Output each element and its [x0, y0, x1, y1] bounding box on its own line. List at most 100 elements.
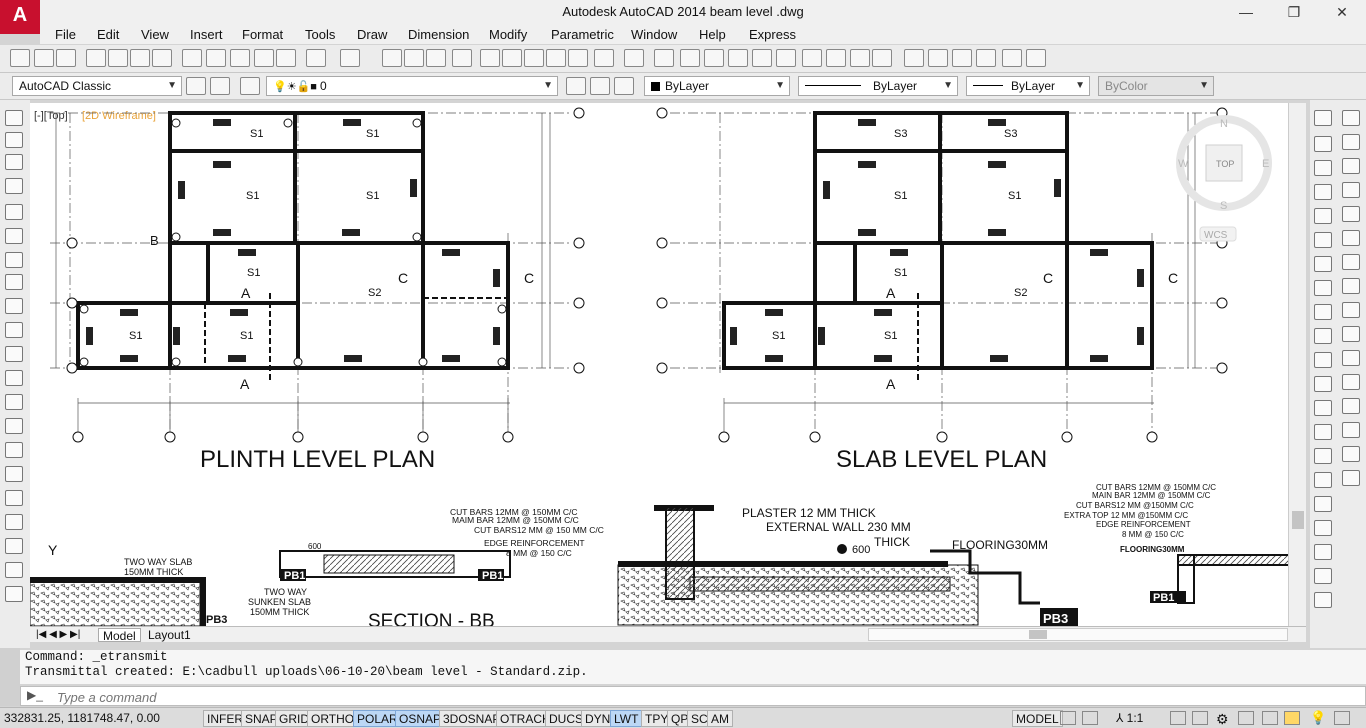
lightbulb-icon[interactable]: 💡 — [1310, 710, 1326, 726]
point-icon[interactable] — [5, 418, 23, 434]
region-icon[interactable] — [5, 490, 23, 506]
extend-icon[interactable] — [1342, 350, 1360, 366]
hatch-icon[interactable] — [5, 442, 23, 458]
layer-add-icon[interactable] — [1314, 592, 1332, 608]
fillet-icon[interactable] — [1314, 472, 1332, 488]
hatch-back-icon[interactable] — [1026, 49, 1046, 67]
menu-tools[interactable]: Tools — [305, 27, 335, 42]
menu-dimension[interactable]: Dimension — [408, 27, 469, 42]
quickcalc-icon[interactable] — [594, 49, 614, 67]
mirror-icon[interactable] — [1342, 158, 1360, 174]
linetype-dropdown[interactable]: ByLayer ▼ — [798, 76, 958, 96]
paste-icon[interactable] — [230, 49, 250, 67]
minimize-button[interactable]: — — [1230, 2, 1262, 22]
dim-linear-icon[interactable] — [5, 586, 23, 602]
stretch-icon[interactable] — [1342, 302, 1360, 318]
tab-layout1[interactable]: Layout1 — [144, 628, 195, 642]
new-icon[interactable] — [10, 49, 30, 67]
status-osnap[interactable]: OSNAP — [395, 710, 446, 727]
gradient-icon[interactable] — [5, 466, 23, 482]
rectangle-icon[interactable] — [5, 204, 23, 220]
scale-icon[interactable] — [1314, 304, 1332, 320]
stretch-icon[interactable] — [1314, 328, 1332, 344]
menu-express[interactable]: Express — [749, 27, 796, 42]
zoom-realtime-icon[interactable] — [404, 49, 424, 67]
trim-icon[interactable] — [1314, 352, 1332, 368]
rotate-icon[interactable] — [1342, 254, 1360, 270]
status-lwt[interactable]: LWT — [610, 710, 643, 727]
insert-block-icon[interactable] — [5, 370, 23, 386]
layer-delete-icon[interactable] — [872, 49, 892, 67]
pan-icon[interactable] — [382, 49, 402, 67]
circle-icon[interactable] — [5, 252, 23, 268]
viewport-style-label[interactable]: [2D Wireframe] — [82, 110, 156, 122]
command-prompt-icon[interactable]: ▶_ — [27, 688, 43, 702]
horizontal-scroll-thumb[interactable] — [1029, 630, 1047, 639]
text-tool-icon[interactable] — [1314, 568, 1332, 584]
publish-icon[interactable] — [130, 49, 150, 67]
gear-icon[interactable]: ⚙ — [1216, 711, 1229, 728]
erase-icon[interactable] — [1314, 136, 1332, 152]
cut-icon[interactable] — [182, 49, 202, 67]
explode-icon[interactable] — [1314, 520, 1332, 536]
tab-model[interactable]: Model — [98, 628, 141, 643]
tool-palettes-icon[interactable] — [524, 49, 544, 67]
isolate-objects-icon[interactable] — [1284, 711, 1300, 725]
offset-icon[interactable] — [1314, 208, 1332, 224]
properties-icon[interactable] — [480, 49, 500, 67]
layer-off-icon[interactable] — [752, 49, 772, 67]
status-3dosnap[interactable]: 3DOSNAP — [439, 710, 505, 727]
viewport-view-label[interactable]: [-][Top] — [34, 110, 68, 122]
undo-icon[interactable] — [306, 49, 326, 67]
auto-scale-icon[interactable] — [1192, 711, 1208, 725]
open-icon[interactable] — [34, 49, 54, 67]
join-icon[interactable] — [1342, 398, 1360, 414]
make-block-icon[interactable] — [5, 394, 23, 410]
chamfer-icon[interactable] — [1342, 422, 1360, 438]
menu-file[interactable]: File — [55, 27, 76, 42]
lineweight-dropdown[interactable]: ByLayer ▼ — [966, 76, 1090, 96]
copy-icon[interactable] — [206, 49, 226, 67]
save-icon[interactable] — [56, 49, 76, 67]
mtext-icon[interactable] — [5, 538, 23, 554]
spline-icon[interactable] — [5, 298, 23, 314]
scale-icon[interactable] — [1342, 278, 1360, 294]
blend-icon[interactable] — [1314, 496, 1332, 512]
command-input[interactable] — [57, 689, 957, 705]
menu-window[interactable]: Window — [631, 27, 677, 42]
design-center-icon[interactable] — [502, 49, 522, 67]
chamfer-icon[interactable] — [1314, 448, 1332, 464]
table-tool-icon[interactable] — [1314, 544, 1332, 560]
application-menu-button[interactable]: A — [0, 0, 40, 34]
layer-tool-icon[interactable] — [654, 49, 674, 67]
offset-icon[interactable] — [1342, 182, 1360, 198]
explode-icon[interactable] — [1342, 470, 1360, 486]
status-model[interactable]: MODEL — [1012, 710, 1063, 727]
annotation-visibility-icon[interactable] — [1170, 711, 1186, 725]
polyline-icon[interactable] — [5, 154, 23, 170]
zoom-window-icon[interactable] — [426, 49, 446, 67]
menu-format[interactable]: Format — [242, 27, 283, 42]
vertical-scrollbar[interactable] — [1288, 103, 1306, 626]
annotation-scale[interactable]: ⅄ 1:1 — [1116, 711, 1143, 725]
hardware-acceleration-icon[interactable] — [1262, 711, 1278, 725]
status-am[interactable]: AM — [707, 710, 733, 727]
quick-view-drawings-icon[interactable] — [1082, 711, 1098, 725]
rotate-icon[interactable] — [1314, 280, 1332, 296]
break-icon[interactable] — [1342, 374, 1360, 390]
block-editor-icon[interactable] — [276, 49, 296, 67]
command-window-handle[interactable] — [0, 648, 20, 706]
layer-state-icon[interactable] — [614, 77, 634, 95]
menu-insert[interactable]: Insert — [190, 27, 223, 42]
fillet-icon[interactable] — [1342, 446, 1360, 462]
construction-line-icon[interactable] — [5, 132, 23, 148]
layer-freeze-icon[interactable] — [802, 49, 822, 67]
ellipse-arc-icon[interactable] — [5, 346, 23, 362]
copy-object-icon[interactable] — [1314, 160, 1332, 176]
3d-print-icon[interactable] — [152, 49, 172, 67]
plot-preview-icon[interactable] — [108, 49, 128, 67]
layer-isolate-icon[interactable] — [728, 49, 748, 67]
lock-icon[interactable] — [1238, 711, 1254, 725]
break-icon[interactable] — [1314, 400, 1332, 416]
help-icon[interactable] — [624, 49, 644, 67]
